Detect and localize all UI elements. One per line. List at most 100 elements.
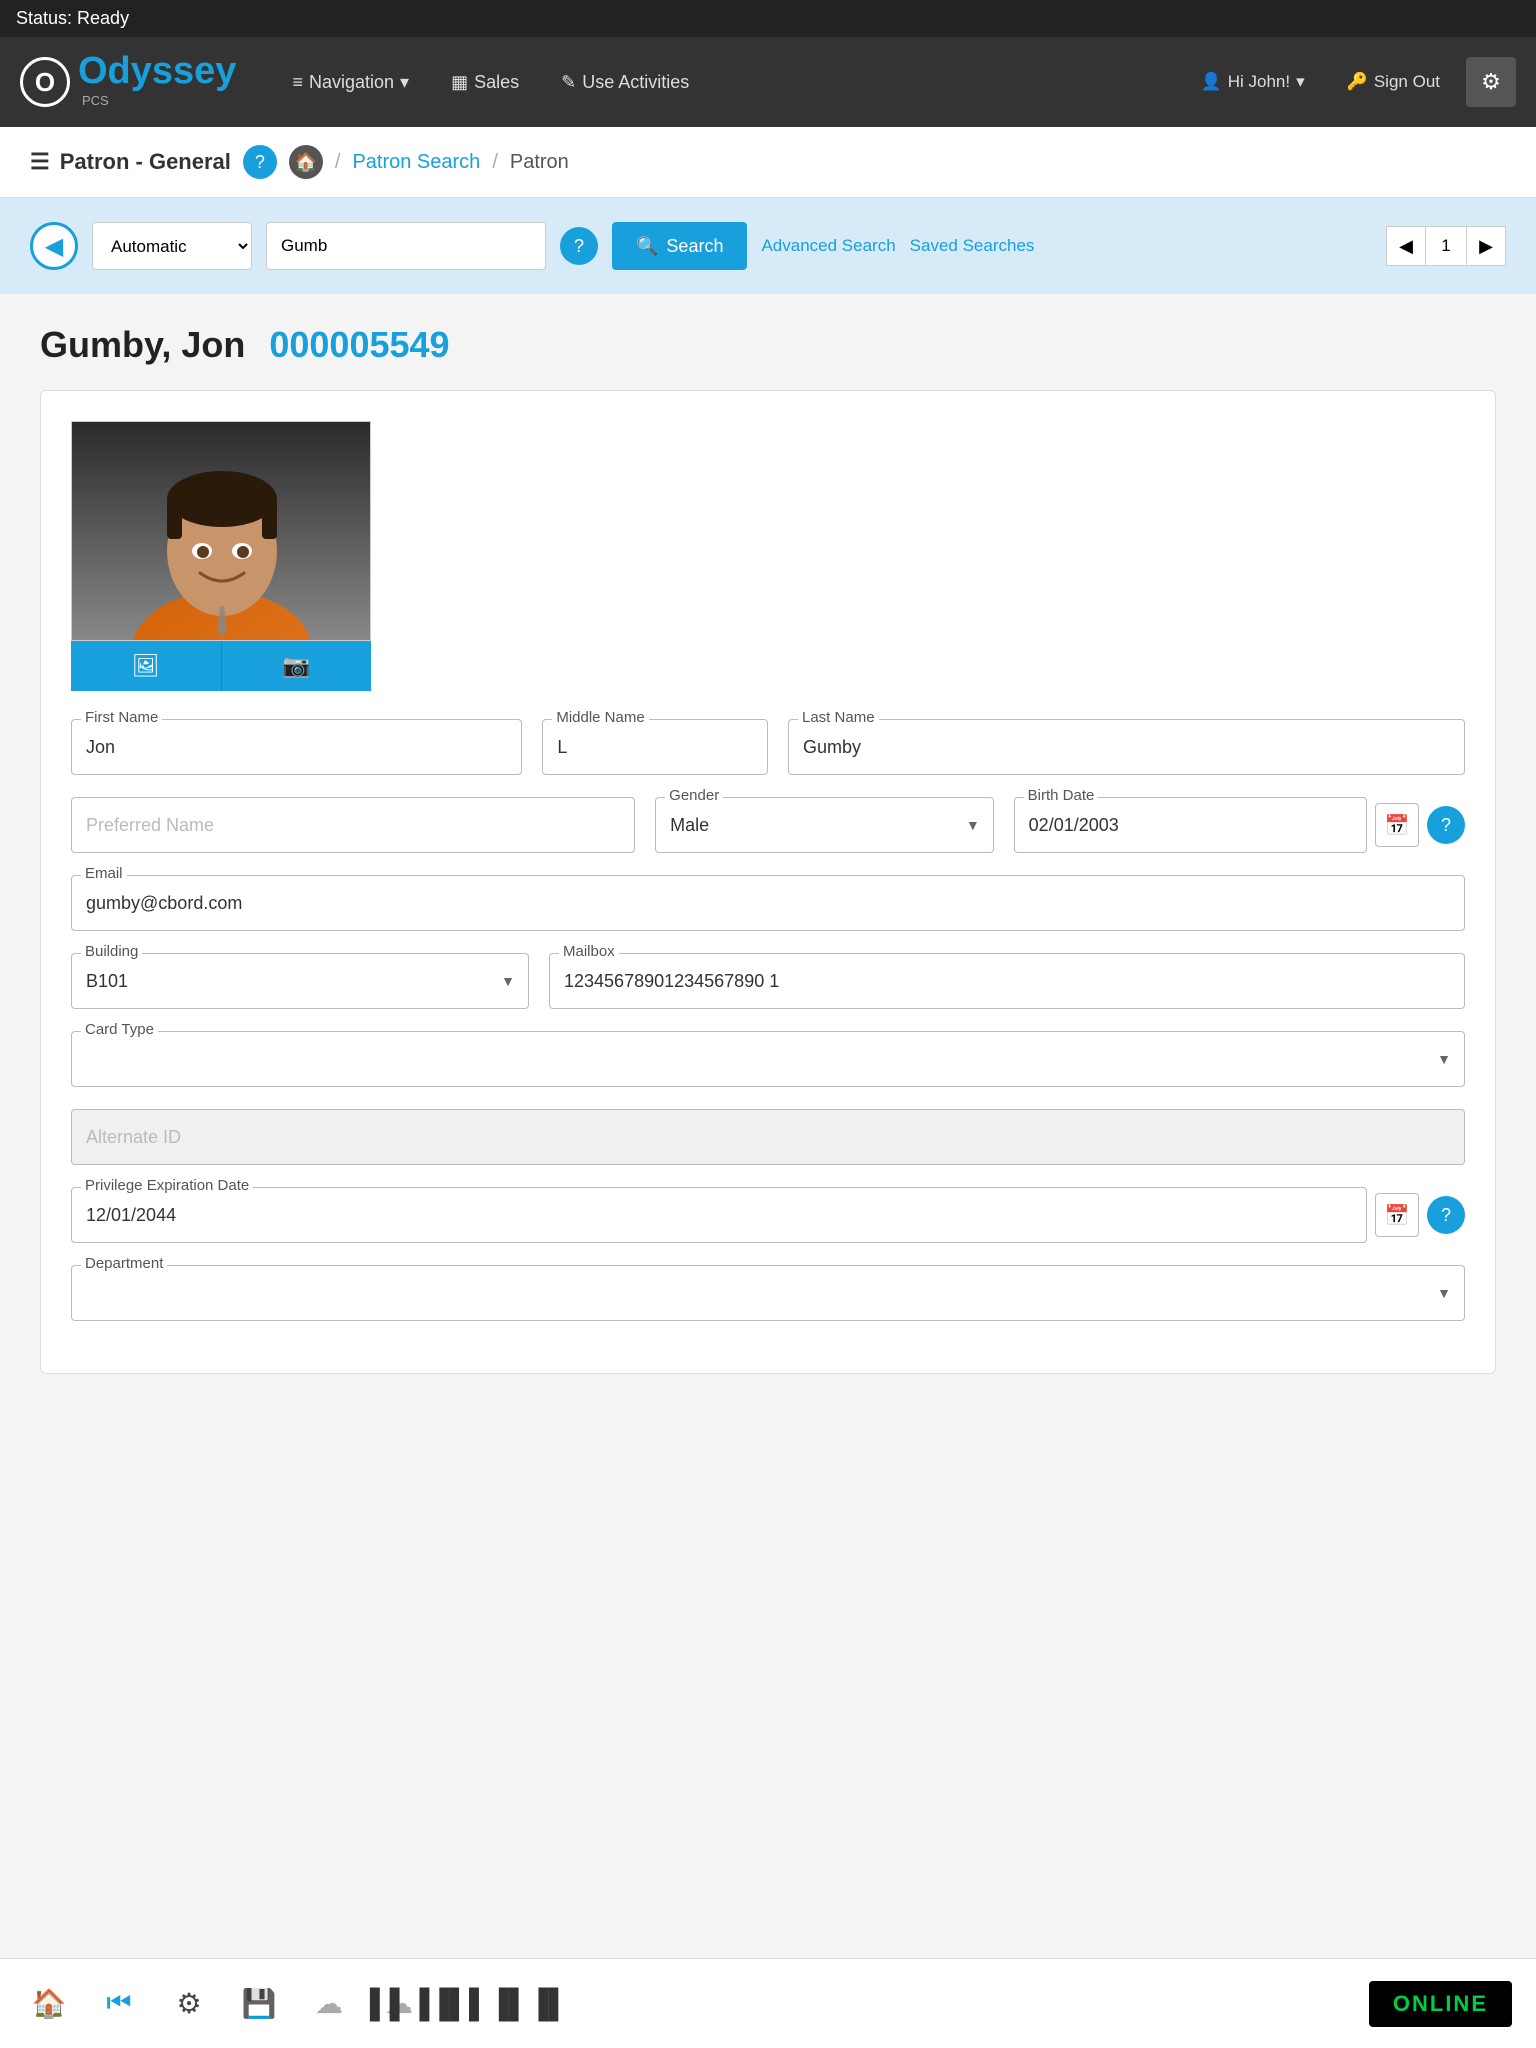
card-type-select-wrapper: [71, 1031, 1465, 1087]
form-row-names: First Name Middle Name Last Name: [71, 719, 1465, 775]
page-next-button[interactable]: ▶: [1466, 226, 1506, 266]
photo-container: 🖼 📷: [71, 421, 371, 691]
nav-hi-john-label: Hi John!: [1228, 72, 1290, 92]
form-row-privilege-expiration: Privilege Expiration Date 📅 ?: [71, 1187, 1465, 1243]
breadcrumb-area: ☰ Patron - General ? 🏠 / Patron Search /…: [0, 127, 1536, 198]
alternate-id-input[interactable]: [71, 1109, 1465, 1165]
privilege-expiration-help-button[interactable]: ?: [1427, 1196, 1465, 1234]
mailbox-label: Mailbox: [559, 943, 619, 960]
breadcrumb-home-icon[interactable]: 🏠: [289, 145, 323, 179]
building-select-wrapper: B101: [71, 953, 529, 1009]
birth-date-label: Birth Date: [1024, 787, 1099, 804]
page-title-area: ☰ Patron - General: [30, 149, 231, 175]
toolbar-settings-button[interactable]: ⚙: [164, 1979, 214, 2029]
gender-select[interactable]: Male Female Other: [655, 797, 994, 853]
advanced-search-link[interactable]: Advanced Search: [761, 236, 895, 256]
nav-use-activities-label: Use Activities: [582, 72, 689, 93]
sign-out-icon: 🔑: [1347, 72, 1368, 92]
pagination-area: ◀ 1 ▶: [1386, 226, 1506, 266]
toolbar-barcode-button[interactable]: ▌▌▐▐▌▌▐▌▐▌: [444, 1979, 494, 2029]
breadcrumb-sep-2: /: [492, 151, 498, 174]
form-row-alternate-id: [71, 1109, 1465, 1165]
search-back-button[interactable]: ◀: [30, 222, 78, 270]
department-wrapper: Department: [71, 1265, 1465, 1321]
birth-date-calendar-button[interactable]: 📅: [1375, 803, 1419, 847]
privilege-expiration-calendar-button[interactable]: 📅: [1375, 1193, 1419, 1237]
patron-card: 🖼 📷 First Name Middle Name Last Name: [40, 390, 1496, 1374]
breadcrumb-patron: Patron: [510, 151, 569, 174]
last-name-input[interactable]: [788, 719, 1465, 775]
patron-photo: [72, 421, 370, 641]
toolbar-back-button[interactable]: ⏮: [94, 1979, 144, 2029]
form-row-building-mailbox: Building B101 Mailbox: [71, 953, 1465, 1009]
birth-date-help-button[interactable]: ?: [1427, 806, 1465, 844]
form-row-email: Email: [71, 875, 1465, 931]
search-type-select[interactable]: Automatic: [92, 222, 252, 270]
first-name-input[interactable]: [71, 719, 522, 775]
photo-camera-button[interactable]: 📷: [222, 641, 372, 691]
search-button[interactable]: 🔍 Search: [612, 222, 747, 270]
toolbar-upload-icon: ☁: [315, 1987, 343, 2020]
search-bar-area: ◀ Automatic ? 🔍 Search Advanced Search S…: [0, 198, 1536, 294]
card-type-select[interactable]: [71, 1031, 1465, 1087]
camera-icon: 📷: [283, 653, 310, 679]
status-text: Status: Ready: [16, 8, 129, 28]
search-input[interactable]: [266, 222, 546, 270]
patron-full-name: Gumby, Jon: [40, 324, 245, 366]
nav-sign-out-label: Sign Out: [1374, 72, 1440, 92]
patron-id: 000005549: [269, 324, 449, 366]
nav-btn-navigation[interactable]: ≡ Navigation ▾: [276, 62, 425, 103]
main-content: Gumby, Jon 000005549: [0, 294, 1536, 1504]
search-button-label: Search: [666, 236, 723, 257]
patron-header: Gumby, Jon 000005549: [40, 324, 1496, 366]
toolbar-save-icon: 💾: [242, 1987, 277, 2020]
birth-date-help-icon: ?: [1441, 815, 1451, 836]
birth-date-wrapper: Birth Date 📅 ?: [1014, 797, 1465, 853]
privilege-expiration-input[interactable]: [71, 1187, 1367, 1243]
nav-use-activities-icon: ✎: [561, 72, 576, 93]
mailbox-wrapper: Mailbox: [549, 953, 1465, 1009]
email-input[interactable]: [71, 875, 1465, 931]
search-help-button[interactable]: ?: [560, 227, 598, 265]
photo-buttons: 🖼 📷: [71, 641, 371, 691]
nav-btn-sign-out[interactable]: 🔑 Sign Out: [1331, 62, 1456, 102]
birth-date-input[interactable]: [1014, 797, 1367, 853]
privilege-help-icon: ?: [1441, 1205, 1451, 1226]
status-bar: Status: Ready: [0, 0, 1536, 37]
saved-searches-link[interactable]: Saved Searches: [910, 236, 1035, 256]
middle-name-input[interactable]: [542, 719, 768, 775]
gender-wrapper: Gender Male Female Other: [655, 797, 994, 853]
page-prev-button[interactable]: ◀: [1386, 226, 1426, 266]
photo-gallery-button[interactable]: 🖼: [71, 641, 222, 691]
form-row-card-type: Card Type: [71, 1031, 1465, 1087]
first-name-label: First Name: [81, 709, 162, 726]
calendar-icon: 📅: [1385, 813, 1410, 838]
toolbar-save-button[interactable]: 💾: [234, 1979, 284, 2029]
gender-select-wrapper: Male Female Other: [655, 797, 994, 853]
privilege-expiration-input-group: 📅 ?: [71, 1187, 1465, 1243]
page-title: Patron - General: [60, 149, 231, 175]
logo-text-group: Odyssey PCS: [78, 50, 236, 114]
email-label: Email: [81, 865, 127, 882]
nav-btn-sales[interactable]: ▦ Sales: [435, 62, 535, 103]
nav-btn-hi-john[interactable]: 👤 Hi John! ▾: [1185, 62, 1321, 102]
toolbar-upload-button[interactable]: ☁: [304, 1979, 354, 2029]
gear-button[interactable]: ⚙: [1466, 57, 1516, 107]
bottom-toolbar: 🏠 ⏮ ⚙ 💾 ☁ ☁ ▌▌▐▐▌▌▐▌▐▌ ONLINE: [0, 1958, 1536, 2048]
department-select[interactable]: [71, 1265, 1465, 1321]
nav-btn-use-activities[interactable]: ✎ Use Activities: [545, 62, 705, 103]
breadcrumb-patron-search[interactable]: Patron Search: [352, 151, 480, 174]
middle-name-label: Middle Name: [552, 709, 648, 726]
page-number: 1: [1426, 226, 1466, 266]
breadcrumb-help-icon[interactable]: ?: [243, 145, 277, 179]
mailbox-input[interactable]: [549, 953, 1465, 1009]
photo-section: 🖼 📷: [71, 421, 1465, 691]
building-select[interactable]: B101: [71, 953, 529, 1009]
privilege-cal-icon: 📅: [1385, 1203, 1410, 1228]
gender-label: Gender: [665, 787, 723, 804]
preferred-name-input[interactable]: [71, 797, 635, 853]
department-select-wrapper: [71, 1265, 1465, 1321]
nav-sales-icon: ▦: [451, 72, 468, 93]
middle-name-wrapper: Middle Name: [542, 719, 768, 775]
toolbar-home-button[interactable]: 🏠: [24, 1979, 74, 2029]
